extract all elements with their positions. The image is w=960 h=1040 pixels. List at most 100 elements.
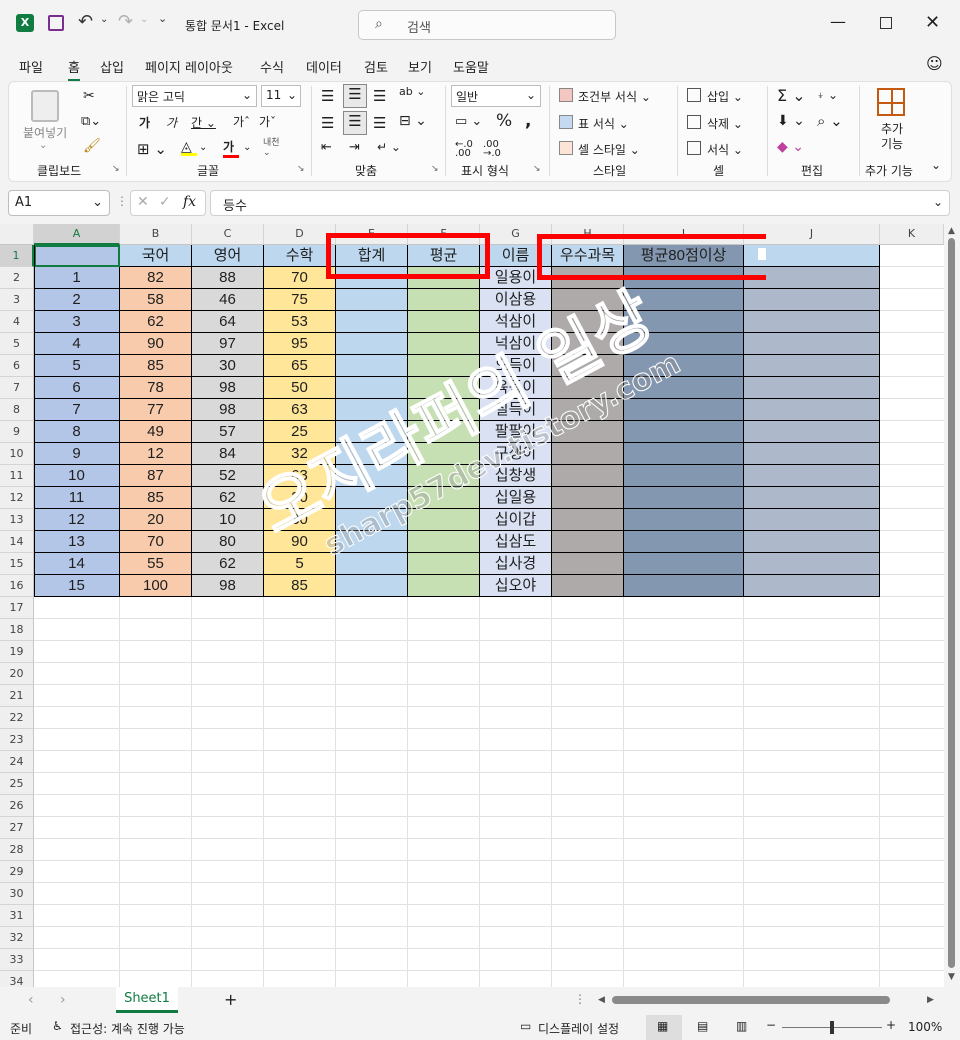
cell-i8[interactable]	[624, 399, 744, 421]
cell-f15[interactable]	[408, 553, 480, 575]
cell-a8[interactable]: 7	[34, 399, 120, 421]
display-settings-button[interactable]: 디스플레이 설정	[538, 1020, 619, 1037]
row-header-32[interactable]: 32	[0, 927, 34, 949]
cell-c15[interactable]: 62	[192, 553, 264, 575]
row-header-24[interactable]: 24	[0, 751, 34, 773]
tab-home[interactable]: 홈	[68, 57, 80, 82]
enter-icon[interactable]: ✓	[159, 194, 171, 210]
dialog-launcher-icon[interactable]: ↘	[431, 164, 439, 174]
align-right-icon[interactable]: ☰	[373, 114, 386, 132]
number-format-select[interactable]: 일반 ⌄	[451, 85, 541, 107]
row-header-5[interactable]: 5	[0, 333, 34, 355]
cell-a16[interactable]: 15	[34, 575, 120, 597]
font-color-icon[interactable]: 가	[223, 138, 239, 158]
scroll-up-icon[interactable]: ▲	[948, 226, 955, 236]
merge-center-icon[interactable]: ⊟ ⌄	[399, 113, 427, 129]
row-header-28[interactable]: 28	[0, 839, 34, 861]
undo-dropdown-icon[interactable]: ⌄	[100, 14, 108, 25]
cell-a12[interactable]: 11	[34, 487, 120, 509]
addins-button-label[interactable]: 추가 기능	[877, 122, 907, 152]
cell-d3[interactable]: 75	[264, 289, 336, 311]
paste-icon[interactable]	[31, 90, 59, 122]
cell-h8[interactable]	[552, 399, 624, 421]
cell-i12[interactable]	[624, 487, 744, 509]
accounting-format-icon[interactable]: ▭ ⌄	[455, 114, 482, 129]
cell-b7[interactable]: 78	[120, 377, 192, 399]
row-header-10[interactable]: 10	[0, 443, 34, 465]
cell-j16[interactable]	[744, 575, 880, 597]
cell-b15[interactable]: 55	[120, 553, 192, 575]
cell-a6[interactable]: 5	[34, 355, 120, 377]
scroll-right-icon[interactable]: ▶	[927, 995, 934, 1005]
cell-j13[interactable]	[744, 509, 880, 531]
column-header-k[interactable]: K	[880, 224, 944, 245]
cell-a1[interactable]	[34, 245, 120, 267]
cell-f7[interactable]	[408, 377, 480, 399]
cell-c12[interactable]: 62	[192, 487, 264, 509]
cell-h11[interactable]	[552, 465, 624, 487]
cell-j11[interactable]	[744, 465, 880, 487]
cell-g15[interactable]: 십사경	[480, 553, 552, 575]
scroll-down-icon[interactable]: ▼	[948, 972, 955, 982]
cell-j14[interactable]	[744, 531, 880, 553]
row-header-3[interactable]: 3	[0, 289, 34, 311]
decrease-indent-icon[interactable]: ⇤	[321, 140, 332, 155]
zoom-in-icon[interactable]: +	[886, 1018, 896, 1032]
insert-button[interactable]: 삽입 ⌄	[707, 88, 743, 105]
fill-icon[interactable]: ⬇ ⌄	[777, 113, 805, 129]
tab-split-icon[interactable]: ⋮	[574, 992, 586, 1006]
phonetic-icon[interactable]: 내천 ⌄	[263, 138, 280, 158]
increase-indent-icon[interactable]: ⇥	[349, 140, 360, 155]
cell-c13[interactable]: 10	[192, 509, 264, 531]
format-painter-icon[interactable]: 🖌	[83, 138, 101, 154]
row-header-11[interactable]: 11	[0, 465, 34, 487]
row-header-16[interactable]: 16	[0, 575, 34, 597]
cell-i16[interactable]	[624, 575, 744, 597]
row-header-21[interactable]: 21	[0, 685, 34, 707]
tab-file[interactable]: 파일	[19, 57, 43, 76]
cell-d9[interactable]: 25	[264, 421, 336, 443]
page-layout-view-icon[interactable]: ▤	[697, 1019, 708, 1033]
cell-c4[interactable]: 64	[192, 311, 264, 333]
cell-d8[interactable]: 63	[264, 399, 336, 421]
format-button[interactable]: 서식 ⌄	[707, 141, 743, 158]
cell-h12[interactable]	[552, 487, 624, 509]
maximize-icon[interactable]	[880, 17, 892, 29]
cell-b3[interactable]: 58	[120, 289, 192, 311]
cell-b11[interactable]: 87	[120, 465, 192, 487]
fill-color-icon[interactable]: ◬	[181, 139, 197, 156]
underline-icon[interactable]: 간 ⌄	[191, 114, 216, 131]
row-header-31[interactable]: 31	[0, 905, 34, 927]
column-header-b[interactable]: B	[120, 224, 192, 245]
close-icon[interactable]: ✕	[925, 12, 940, 33]
minimize-icon[interactable]: —	[830, 12, 846, 31]
cell-e6[interactable]	[336, 355, 408, 377]
cell-i14[interactable]	[624, 531, 744, 553]
redo-icon[interactable]: ↷	[118, 11, 133, 32]
row-header-9[interactable]: 9	[0, 421, 34, 443]
column-header-c[interactable]: C	[192, 224, 264, 245]
tab-formulas[interactable]: 수식	[260, 57, 284, 76]
cell-h14[interactable]	[552, 531, 624, 553]
cell-d11[interactable]: 63	[264, 465, 336, 487]
cell-g13[interactable]: 십이갑	[480, 509, 552, 531]
cell-d4[interactable]: 53	[264, 311, 336, 333]
row-header-1[interactable]: 1	[0, 245, 34, 267]
cell-f6[interactable]	[408, 355, 480, 377]
cell-f11[interactable]	[408, 465, 480, 487]
cell-i5[interactable]	[624, 333, 744, 355]
wrap-text-icon[interactable]: ↵ ⌄	[377, 140, 401, 154]
row-header-8[interactable]: 8	[0, 399, 34, 421]
vertical-scroll-thumb[interactable]	[948, 238, 955, 968]
cell-i9[interactable]	[624, 421, 744, 443]
page-break-view-icon[interactable]: ▥	[736, 1019, 747, 1033]
cell-e15[interactable]	[336, 553, 408, 575]
row-header-6[interactable]: 6	[0, 355, 34, 377]
cell-styles-button[interactable]: 셀 스타일 ⌄	[578, 141, 640, 158]
cell-c1[interactable]: 영어	[192, 245, 264, 267]
cell-b12[interactable]: 85	[120, 487, 192, 509]
cell-i10[interactable]	[624, 443, 744, 465]
sheet-tab-sheet1[interactable]: Sheet1	[116, 987, 178, 1013]
decrease-decimal-icon[interactable]: .00 →.0	[483, 140, 501, 159]
formula-input[interactable]: 등수 ⌄	[210, 190, 950, 216]
